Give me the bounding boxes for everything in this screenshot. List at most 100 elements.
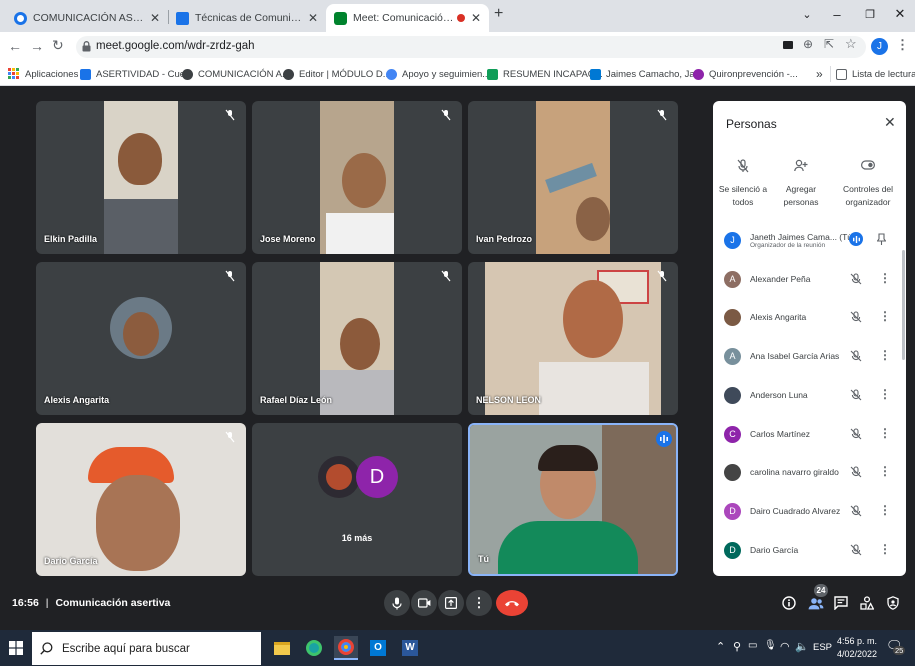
new-tab-button[interactable]: + [494, 5, 503, 23]
reload-icon[interactable]: ↻ [52, 37, 64, 54]
wifi-icon[interactable]: ◠ [780, 640, 790, 653]
mic-off-icon[interactable] [850, 350, 862, 362]
leave-call-button[interactable] [496, 590, 528, 616]
participant-row[interactable]: Alexis Angarita ⋮ [724, 302, 899, 332]
participant-row[interactable]: D Dairo Cuadrado Alvarez ⋮ [724, 496, 899, 526]
mic-off-icon[interactable] [850, 389, 862, 401]
minimize-button[interactable]: – [822, 0, 852, 28]
activities-icon[interactable] [858, 594, 876, 612]
video-tile-ivan-pedrozo[interactable]: Ivan Pedrozo [468, 101, 678, 254]
bookmark-asertividad[interactable]: ASERTIVIDAD - Cue... [80, 66, 193, 82]
close-window-button[interactable]: ✕ [885, 0, 915, 28]
show-hidden-icons[interactable]: ⌃ [716, 640, 725, 653]
panel-scrollbar[interactable] [902, 250, 905, 360]
host-controls-label[interactable]: Controles del organizador [836, 183, 900, 209]
camera-in-use-icon[interactable] [783, 41, 793, 49]
pin-icon[interactable] [877, 233, 886, 245]
video-tile-jose-moreno[interactable]: Jose Moreno [252, 101, 462, 254]
lock-icon[interactable] [82, 41, 91, 52]
mute-all-icon[interactable] [737, 159, 749, 173]
more-options-icon[interactable]: ⋮ [879, 349, 891, 361]
more-options-icon[interactable]: ⋮ [879, 310, 891, 322]
restore-button[interactable]: ❐ [855, 0, 885, 28]
host-controls-icon[interactable] [861, 160, 875, 170]
more-options-icon[interactable]: ⋮ [879, 388, 891, 400]
profile-avatar[interactable]: J [871, 38, 888, 55]
mic-off-icon[interactable] [850, 466, 862, 478]
word-taskbar-icon[interactable]: W [398, 636, 422, 660]
more-participants-tile[interactable]: D 16 más [252, 423, 462, 576]
video-tile-nelson-leon[interactable]: NELSON LEON [468, 262, 678, 415]
video-tile-alexis-angarita[interactable]: Alexis Angarita [36, 262, 246, 415]
outlook-taskbar-icon[interactable]: O [366, 636, 390, 660]
video-tile-elkin-padilla[interactable]: Elkin Padilla [36, 101, 246, 254]
participant-row[interactable]: A Ana Isabel García Arias ⋮ [724, 341, 899, 371]
more-options-icon[interactable]: ⋮ [879, 272, 891, 284]
input-language[interactable]: ESP [813, 642, 832, 653]
mute-all-label[interactable]: Se silenció a todos [711, 183, 775, 209]
video-tile-rafael-diaz-leon[interactable]: Rafael Díaz León [252, 262, 462, 415]
close-panel-icon[interactable]: ✕ [884, 114, 896, 131]
participant-row[interactable]: carolina navarro giraldo ⋮ [724, 457, 899, 487]
mic-off-icon[interactable] [850, 273, 862, 285]
bookmark-quironprevencion[interactable]: Quironprevención -... [693, 66, 798, 82]
more-bookmarks-button[interactable]: » [816, 66, 823, 82]
host-controls-shield-icon[interactable] [884, 594, 902, 612]
mic-button[interactable] [384, 590, 410, 616]
taskbar-search-box[interactable]: Escribe aquí para buscar [32, 632, 261, 665]
bookmark-star-icon[interactable]: ☆ [845, 36, 857, 52]
participant-row-host[interactable]: J Janeth Jaimes Cama... (Tú) Organizador… [724, 225, 899, 255]
tab-tecnicas-comunicacion[interactable]: Técnicas de Comunicación Asert ✕ [168, 4, 326, 32]
mic-off-icon[interactable] [850, 505, 862, 517]
clock[interactable]: 4:56 p. m. 4/02/2022 [836, 635, 878, 661]
participant-row[interactable]: D Dario García ⋮ [724, 535, 899, 565]
mic-tray-icon[interactable]: 🎙 [764, 640, 777, 651]
reading-list-button[interactable]: Lista de lectura [836, 66, 915, 82]
file-explorer-icon[interactable] [270, 636, 294, 660]
back-icon[interactable]: ← [8, 38, 22, 54]
camera-button[interactable] [411, 590, 437, 616]
tab-comunicacion-asertiva[interactable]: COMUNICACIÓN ASERTIVA por ✕ [6, 4, 168, 32]
chat-icon[interactable] [832, 594, 850, 612]
more-options-icon[interactable]: ⋮ [879, 504, 891, 516]
participant-row[interactable]: A Alexander Peña ⋮ [724, 264, 899, 294]
more-options-icon[interactable]: ⋮ [879, 543, 891, 555]
apps-grid-icon[interactable] [8, 68, 19, 79]
bookmark-apoyo[interactable]: Apoyo y seguimien... [386, 66, 490, 82]
more-options-icon[interactable]: ⋮ [879, 465, 891, 477]
bookmark-resumen[interactable]: RESUMEN INCAPAC... [487, 66, 603, 82]
bookmark-aplicaciones[interactable]: Aplicaciones [25, 66, 78, 82]
add-person-icon[interactable] [794, 159, 808, 172]
windows-start-icon[interactable] [9, 641, 23, 655]
close-tab-icon[interactable]: ✕ [471, 11, 481, 25]
mic-off-icon[interactable] [850, 544, 862, 556]
video-tile-self[interactable]: Tú [468, 423, 678, 576]
more-options-icon[interactable]: ⋮ [879, 427, 891, 439]
menu-icon[interactable]: ⋮ [896, 37, 909, 53]
bookmark-comunicacion[interactable]: COMUNICACIÓN A... [182, 66, 290, 82]
url-text[interactable]: meet.google.com/wdr-zrdz-gah [96, 40, 255, 52]
mic-off-icon[interactable] [850, 428, 862, 440]
video-tile-dario-garcia[interactable]: Dario García [36, 423, 246, 576]
participant-row[interactable]: C Carlos Martínez ⋮ [724, 419, 899, 449]
more-options-button[interactable]: ⋮ [466, 590, 492, 616]
close-tab-icon[interactable]: ✕ [150, 11, 160, 25]
network-tray-icon[interactable]: ▭ [748, 640, 757, 651]
close-tab-icon[interactable]: ✕ [308, 11, 318, 25]
bookmark-jaimes-camacho[interactable]: Jaimes Camacho, Ja... [590, 66, 703, 82]
notifications-button[interactable]: 🗨 25 [886, 638, 906, 658]
present-screen-button[interactable] [438, 590, 464, 616]
zoom-icon[interactable]: ⊕ [803, 37, 813, 51]
forward-icon[interactable]: → [30, 38, 44, 54]
edge-icon[interactable] [302, 636, 326, 660]
add-people-label[interactable]: Agregar personas [769, 183, 833, 209]
share-icon[interactable]: ⇱ [824, 37, 834, 51]
participant-row[interactable]: Anderson Luna ⋮ [724, 380, 899, 410]
tray-icon[interactable]: ⚲ [733, 640, 741, 653]
bookmark-editor-modulo[interactable]: Editor | MÓDULO D... [283, 66, 391, 82]
mic-off-icon[interactable] [850, 311, 862, 323]
tab-search-icon[interactable]: ⌄ [792, 0, 822, 28]
meeting-details-icon[interactable] [780, 594, 798, 612]
volume-icon[interactable]: 🔈 [795, 640, 809, 653]
tab-meet[interactable]: Meet: Comunicación asertiva ✕ [326, 4, 489, 32]
